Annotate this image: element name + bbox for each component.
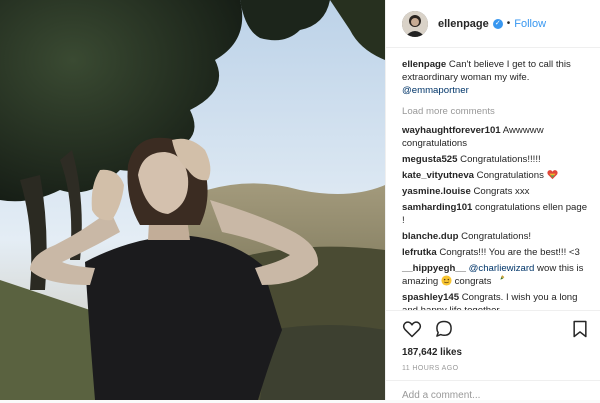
post-caption: ellenpage Can't believe I get to call th… — [402, 58, 592, 97]
comment-item: megusta525 Congratulations!!!!! — [402, 153, 592, 166]
comment-item: spashley145 Congrats. I wish you a long … — [402, 291, 592, 310]
post-header: ellenpage ✓ • Follow — [386, 0, 600, 48]
comment-username[interactable]: samharding101 — [402, 202, 472, 213]
post-photo[interactable] — [0, 0, 385, 400]
comment-item: wayhaughtforever101 Awwwww congratulatio… — [402, 124, 592, 150]
verified-badge-icon: ✓ — [492, 18, 503, 29]
comment-username[interactable]: megusta525 — [402, 154, 457, 165]
comments-list[interactable]: ellenpage Can't believe I get to call th… — [386, 48, 600, 310]
avatar-image — [402, 10, 428, 37]
comment-username[interactable]: __hippyegh__ — [402, 263, 466, 274]
instagram-post: ellenpage ✓ • Follow ellenpage Can't bel… — [0, 0, 600, 401]
comment-item: blanche.dup Congratulations! — [402, 230, 592, 243]
caption-username[interactable]: ellenpage — [402, 59, 446, 70]
load-more-comments-button[interactable]: Load more comments — [402, 105, 592, 118]
comment-username[interactable]: wayhaughtforever101 — [402, 125, 501, 136]
heart-icon[interactable] — [402, 319, 422, 339]
author-username[interactable]: ellenpage — [438, 18, 489, 30]
comment-mention[interactable]: @charliewizard — [469, 263, 535, 274]
bottle-icon — [495, 275, 505, 285]
caption-mention[interactable]: @emmaportner — [402, 85, 469, 96]
comment-bubble-icon[interactable] — [434, 319, 454, 339]
add-comment-input[interactable] — [402, 390, 590, 401]
comment-username[interactable]: spashley145 — [402, 292, 459, 303]
post-side-panel: ellenpage ✓ • Follow ellenpage Can't bel… — [385, 0, 600, 401]
follow-button[interactable]: Follow — [514, 18, 546, 30]
comment-username[interactable]: yasmine.louise — [402, 186, 471, 197]
comment-text-continued: congrats — [451, 276, 492, 287]
action-bar — [402, 317, 590, 341]
post-timestamp[interactable]: 11 HOURS AGO — [402, 365, 590, 372]
add-comment-bar — [386, 380, 600, 401]
photo-illustration — [0, 0, 385, 400]
comment-username[interactable]: lefrutka — [402, 247, 437, 258]
comment-item: __hippyegh__ @charliewizard wow this is … — [402, 262, 592, 288]
comment-item: yasmine.louise Congrats xxx — [402, 185, 592, 198]
likes-count[interactable]: 187,642 likes — [402, 347, 590, 358]
comment-item: kate_vityutneva Congratulations — [402, 169, 592, 182]
comment-item: lefrutka Congrats!!! You are the best!!!… — [402, 246, 592, 259]
avatar[interactable] — [402, 10, 428, 37]
bookmark-icon[interactable] — [570, 319, 590, 339]
comment-text: Congratulations!!!!! — [457, 154, 541, 165]
comment-username[interactable]: kate_vityutneva — [402, 170, 474, 181]
comment-text: Congrats xxx — [470, 186, 530, 197]
comment-username[interactable]: blanche.dup — [402, 231, 459, 242]
rainbow-heart-icon — [546, 170, 558, 180]
dot-separator: • — [506, 18, 511, 29]
comment-text: Congratulations — [474, 170, 544, 181]
comment-text: Congrats!!! You are the best!!! <3 — [436, 247, 580, 258]
smile-icon — [441, 275, 452, 286]
comment-text: Congratulations! — [458, 231, 532, 242]
comment-item: samharding101 congratulations ellen page… — [402, 201, 592, 227]
